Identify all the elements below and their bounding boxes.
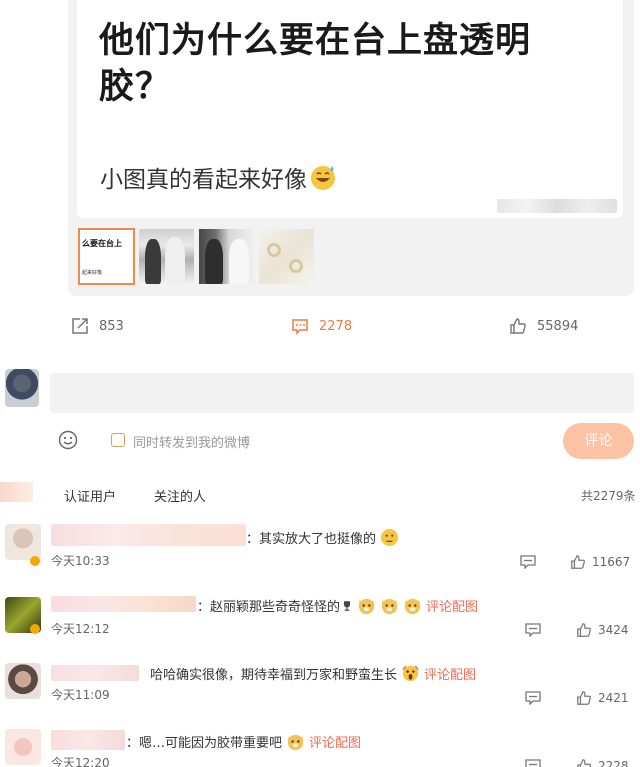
avatar[interactable] xyxy=(5,524,41,560)
doge-emoji-icon xyxy=(381,598,398,615)
comment-image-link[interactable]: 评论配图 xyxy=(309,732,361,751)
reply-icon[interactable] xyxy=(525,759,541,767)
grin-sweat-emoji-icon xyxy=(311,166,335,190)
comment-text-content: ：其实放大了也挺像的 xyxy=(246,532,377,547)
tab-verified-users[interactable]: 认证用户 xyxy=(64,486,116,505)
thumbs-up-icon xyxy=(577,623,591,637)
doge-emoji-icon xyxy=(404,598,421,615)
thumbnail-subtext: 起来好像 xyxy=(82,270,103,276)
forward-icon xyxy=(72,318,88,334)
doge-emoji-icon xyxy=(358,598,375,615)
submit-comment-button[interactable]: 评论 xyxy=(563,423,634,459)
thumbnail-text: 么要在台上 xyxy=(82,239,122,248)
thumbnail-selected[interactable]: 么要在台上 起来好像 xyxy=(78,228,135,285)
comment-like-count: 11667 xyxy=(592,555,631,569)
reply-icon[interactable] xyxy=(525,691,541,705)
like-count: 55894 xyxy=(537,318,579,334)
comment-text: ：嗯…可能因为胶带重要吧 评论配图 xyxy=(126,732,361,751)
post-image-subtitle: 小图真的看起来好像 xyxy=(100,160,337,194)
comment-text-content: 哈哈确实很像，期待幸福到万家和野蛮生长 xyxy=(150,668,398,683)
comment-text-content: ：赵丽颖那些奇奇怪怪的 xyxy=(197,600,341,615)
comment-like-count: 2228 xyxy=(598,759,629,767)
comment-image-link[interactable]: 评论配图 xyxy=(426,596,478,615)
doge-emoji-icon xyxy=(287,734,304,751)
scream-emoji-icon xyxy=(402,665,419,682)
repost-checkbox[interactable] xyxy=(111,433,125,447)
thumbnail-photo[interactable] xyxy=(259,229,314,284)
comment-like-button[interactable]: 2228 xyxy=(576,758,629,767)
post-image-subtitle-text: 小图真的看起来好像 xyxy=(100,167,307,193)
comment-text: ：其实放大了也挺像的 xyxy=(246,528,399,547)
comment-like-button[interactable]: 11667 xyxy=(570,554,630,570)
thumbs-up-icon xyxy=(577,691,591,705)
reply-icon[interactable] xyxy=(525,623,541,637)
comment-time: 今天12:20 xyxy=(51,756,110,767)
comment-like-count: 3424 xyxy=(598,623,629,637)
comment-text: ：赵丽颖那些奇奇怪怪的 评论配图 xyxy=(197,596,478,615)
comment-time: 今天12:12 xyxy=(51,622,110,636)
forward-button[interactable]: 853 xyxy=(71,317,124,335)
username-blurred[interactable] xyxy=(51,665,139,681)
comment-text: 哈哈确实很像，期待幸福到万家和野蛮生长 评论配图 xyxy=(150,664,476,683)
avatar[interactable] xyxy=(5,663,41,699)
verified-badge xyxy=(30,556,40,566)
comment-like-button[interactable]: 2421 xyxy=(576,690,629,706)
comment-icon xyxy=(292,319,308,335)
repost-label: 同时转发到我的微博 xyxy=(133,436,251,451)
tab-following[interactable]: 关注的人 xyxy=(154,486,206,505)
comment-text-content: ：嗯…可能因为胶带重要吧 xyxy=(126,736,283,751)
comment-button[interactable]: 2278 xyxy=(291,317,352,335)
username-blurred[interactable] xyxy=(51,524,246,546)
comment-like-count: 2421 xyxy=(598,691,629,705)
thumbnail-photo[interactable] xyxy=(139,229,194,284)
comment-time: 今天10:33 xyxy=(51,554,110,568)
verified-badge xyxy=(30,624,40,634)
comment-time: 今天11:09 xyxy=(51,688,110,702)
comment-input[interactable] xyxy=(50,373,634,413)
username-blurred[interactable] xyxy=(51,596,196,612)
thumbs-up-icon xyxy=(571,555,585,569)
thumbs-up-icon xyxy=(577,759,591,767)
current-user-avatar[interactable] xyxy=(5,369,39,407)
reply-icon[interactable] xyxy=(520,555,536,569)
like-button[interactable]: 55894 xyxy=(509,317,578,335)
think-emoji-icon xyxy=(380,528,399,547)
tab-hot-blurred[interactable] xyxy=(0,482,33,502)
emoji-picker-icon[interactable] xyxy=(58,430,78,450)
avatar[interactable] xyxy=(5,729,41,765)
comment-image-link[interactable]: 评论配图 xyxy=(424,664,476,683)
watermark-blurred xyxy=(497,199,617,213)
username-blurred[interactable] xyxy=(51,730,125,750)
comment-total-count: 共2279条 xyxy=(581,489,636,503)
forward-count: 853 xyxy=(99,318,124,334)
thumbs-up-icon xyxy=(510,318,526,334)
thumbnail-photo[interactable] xyxy=(199,229,254,284)
comment-like-button[interactable]: 3424 xyxy=(576,622,629,638)
post-image-title: 他们为什么要在台上盘透明胶？ xyxy=(99,21,532,107)
comment-count: 2278 xyxy=(319,318,353,334)
trophy-emoji-icon xyxy=(344,600,351,611)
